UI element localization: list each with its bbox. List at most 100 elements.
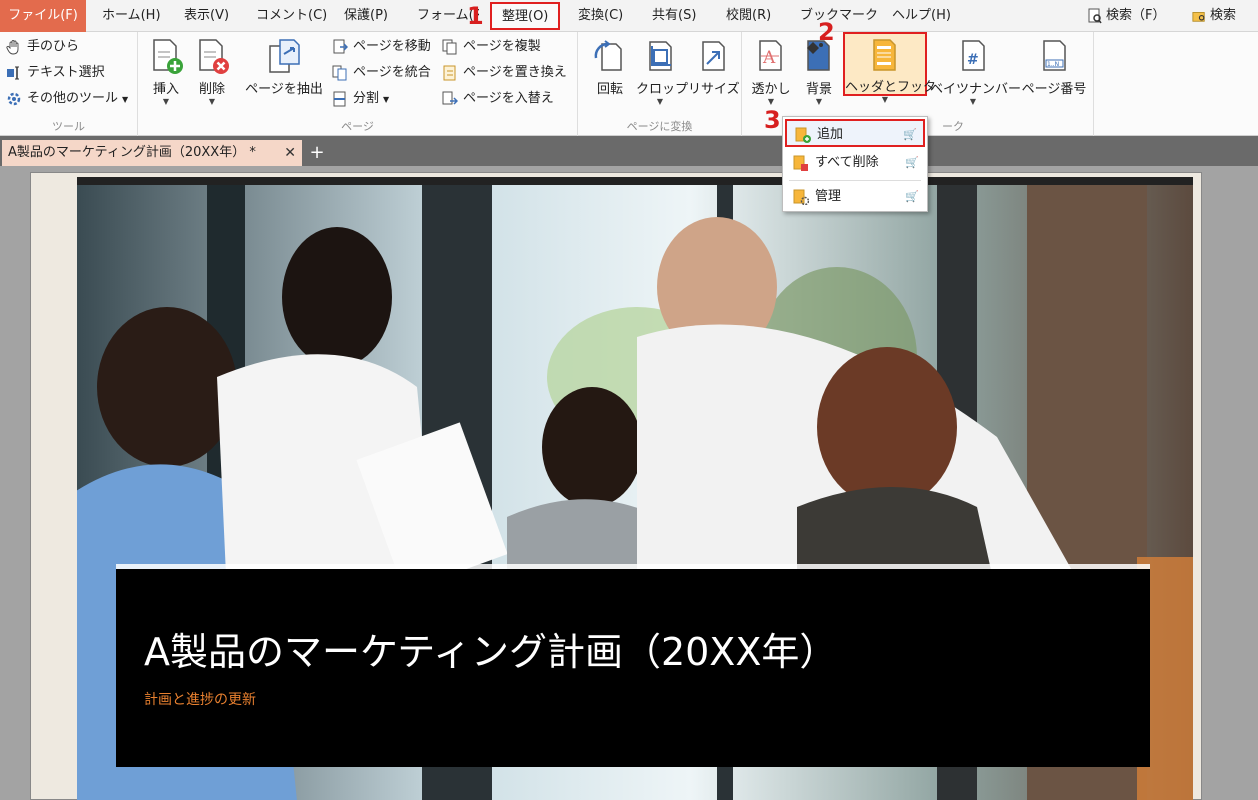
- delete-all-icon: [793, 155, 808, 171]
- delete-page-icon: [199, 39, 229, 74]
- header-footer-icon: [873, 39, 896, 71]
- slide-title-box: A製品のマーケティング計画（20XX年） 計画と進捗の更新: [116, 569, 1150, 767]
- hand-tool-button[interactable]: 手のひら: [6, 36, 79, 58]
- svg-text:A: A: [762, 48, 776, 68]
- menu-protect[interactable]: 保護(P): [344, 0, 388, 32]
- watermark-icon: A: [759, 40, 782, 71]
- menu-help[interactable]: ヘルプ(H): [892, 0, 951, 32]
- document-tab[interactable]: A製品のマーケティング計画（20XX年） * ✕: [2, 140, 302, 166]
- delete-page-button[interactable]: 削除 ▼: [190, 36, 234, 107]
- merge-pages-label: ページを統合: [353, 65, 431, 80]
- menu-convert[interactable]: 変換(C): [578, 0, 623, 32]
- search-f-button[interactable]: 検索（F）: [1088, 0, 1165, 32]
- hand-icon: [6, 39, 19, 54]
- menu-comment[interactable]: コメント(C): [256, 0, 327, 32]
- document-tab-title: A製品のマーケティング計画（20XX年） *: [8, 145, 256, 160]
- document-viewer[interactable]: A製品のマーケティング計画（20XX年） 計画と進捗の更新: [0, 166, 1258, 800]
- page-group: 挿入 ▼ 削除 ▼ ページを抽出 ページを移動 ページを統合 分割 ▼ ページを複…: [138, 32, 578, 136]
- swap-page-label: ページを入替え: [463, 91, 554, 106]
- split-icon: [333, 91, 346, 106]
- page-number-icon: 1..N: [1043, 40, 1066, 71]
- move-page-icon: [333, 39, 348, 53]
- svg-text:#: #: [967, 52, 979, 68]
- header-footer-button[interactable]: ヘッダとフッタ ▼: [843, 32, 937, 104]
- manage-gear-icon: [793, 189, 809, 205]
- resize-button[interactable]: リサイズ: [688, 36, 740, 97]
- other-tools-label: その他のツール: [27, 91, 119, 106]
- delete-page-label: 削除: [198, 82, 225, 97]
- search-label: 検索: [1210, 8, 1237, 23]
- step-number-1: 1: [467, 2, 484, 30]
- slide-title: A製品のマーケティング計画（20XX年）: [144, 630, 838, 674]
- new-tab-button[interactable]: +: [306, 140, 328, 166]
- chevron-down-icon: ▼: [969, 97, 977, 106]
- move-page-button[interactable]: ページを移動: [332, 36, 431, 58]
- crop-label: クロップ: [636, 82, 689, 97]
- move-page-label: ページを移動: [353, 39, 431, 54]
- extract-pages-icon: [269, 39, 300, 73]
- crop-button[interactable]: クロップ ▼: [636, 36, 689, 107]
- menu-file[interactable]: ファイル(F): [0, 0, 86, 32]
- bates-number-button[interactable]: # ベイツナンバー ▼: [930, 36, 1022, 107]
- slide-subtitle: 計画と進捗の更新: [144, 692, 256, 708]
- add-header-footer-item[interactable]: 追加 🛒: [785, 119, 925, 147]
- merge-pages-icon: [332, 65, 347, 80]
- step-number-3: 3: [764, 106, 781, 134]
- extract-pages-button[interactable]: ページを抽出: [242, 36, 326, 97]
- chevron-down-icon: ▼: [162, 97, 170, 106]
- step-number-2: 2: [818, 18, 835, 46]
- menu-review[interactable]: 校閲(R): [726, 0, 771, 32]
- watermark-label: 透かし: [751, 82, 791, 97]
- split-button[interactable]: 分割 ▼: [332, 88, 389, 110]
- split-label: 分割: [353, 91, 380, 106]
- duplicate-page-button[interactable]: ページを複製: [442, 36, 541, 58]
- chevron-down-icon: ▼: [208, 97, 216, 106]
- menu-view[interactable]: 表示(V): [184, 0, 229, 32]
- menu-separator: [789, 180, 921, 181]
- delete-all-item[interactable]: すべて削除 🛒: [785, 149, 925, 177]
- search-f-label: 検索（F）: [1106, 8, 1166, 23]
- tools-group: 手のひら テキスト選択 その他のツール ▼ ツール: [0, 32, 138, 136]
- background-button[interactable]: 背景 ▼: [796, 36, 842, 107]
- menu-bookmark[interactable]: ブックマーク: [800, 0, 878, 32]
- watermark-button[interactable]: A 透かし ▼: [748, 36, 794, 107]
- duplicate-page-label: ページを複製: [463, 39, 541, 54]
- cart-icon: 🛒: [905, 156, 919, 169]
- rotate-button[interactable]: 回転: [588, 36, 632, 97]
- insert-page-icon: [153, 39, 183, 74]
- insert-page-button[interactable]: 挿入 ▼: [144, 36, 188, 107]
- bates-number-label: ベイツナンバー: [930, 82, 1022, 97]
- menu-organize[interactable]: 整理(O): [490, 2, 561, 30]
- svg-text:1..N: 1..N: [1047, 61, 1059, 68]
- menu-home[interactable]: ホーム(H): [102, 0, 161, 32]
- transform-group-label: ページに変換: [626, 120, 693, 133]
- close-icon[interactable]: ✕: [284, 140, 296, 166]
- replace-page-label: ページを置き換え: [463, 65, 567, 80]
- menu-share[interactable]: 共有(S): [652, 0, 696, 32]
- merge-pages-button[interactable]: ページを統合: [332, 62, 431, 84]
- rotate-label: 回転: [596, 82, 623, 97]
- other-tools-button[interactable]: その他のツール ▼: [6, 88, 128, 110]
- swap-page-button[interactable]: ページを入替え: [442, 88, 554, 110]
- add-label: 追加: [817, 127, 844, 142]
- chevron-down-icon: ▼: [815, 97, 823, 106]
- page-group-label: ページ: [341, 120, 374, 133]
- add-page-icon: [795, 127, 811, 143]
- search-button[interactable]: 検索: [1192, 0, 1236, 32]
- manage-item[interactable]: 管理 🛒: [785, 183, 925, 211]
- cart-icon: 🛒: [905, 190, 919, 203]
- tools-group-label: ツール: [52, 120, 85, 133]
- replace-page-button[interactable]: ページを置き換え: [442, 62, 567, 84]
- folder-search-icon: [1192, 11, 1205, 22]
- transform-group: 回転 クロップ ▼ リサイズ ページに変換: [578, 32, 742, 136]
- gear-icon: [7, 92, 21, 105]
- insert-page-label: 挿入: [152, 82, 179, 97]
- duplicate-page-icon: [442, 39, 457, 54]
- hand-tool-label: 手のひら: [27, 39, 80, 54]
- header-footer-label: ヘッダとフッタ: [845, 80, 937, 95]
- text-cursor-icon: [7, 66, 19, 79]
- page-number-button[interactable]: 1..N ページ番号: [1018, 36, 1090, 97]
- resize-icon: [702, 41, 725, 71]
- text-select-button[interactable]: テキスト選択: [6, 62, 105, 84]
- header-footer-dropdown: 追加 🛒 すべて削除 🛒 管理 🛒: [782, 116, 928, 212]
